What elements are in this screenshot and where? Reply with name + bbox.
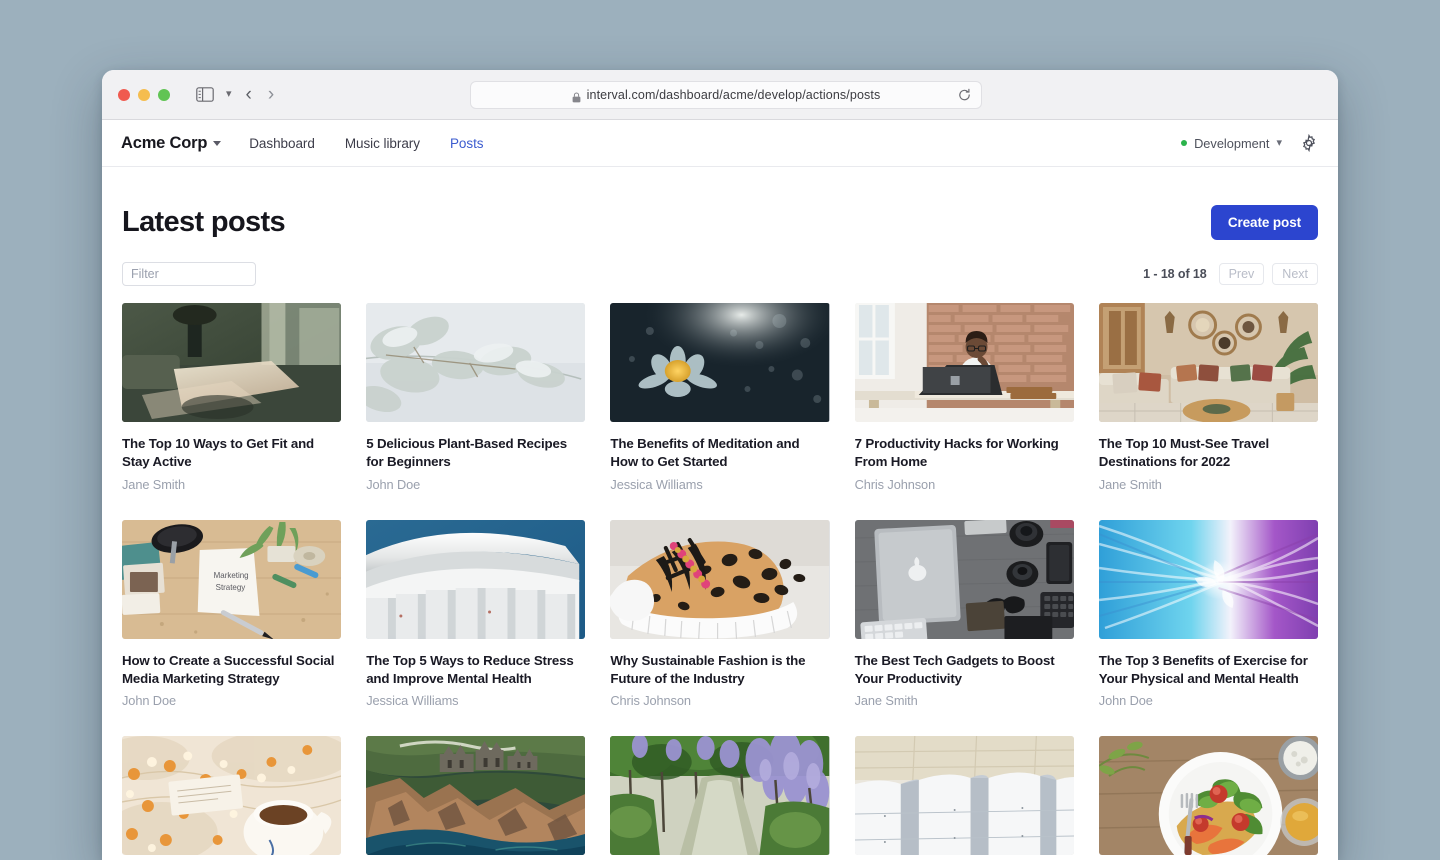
post-title: The Benefits of Meditation and How to Ge… (610, 435, 829, 472)
post-author: Chris Johnson (855, 477, 1074, 492)
post-author: John Doe (366, 477, 585, 492)
window-controls (118, 89, 170, 101)
environment-label: Development (1194, 136, 1269, 151)
svg-text:Strategy: Strategy (216, 583, 246, 592)
post-title: The Top 5 Ways to Reduce Stress and Impr… (366, 652, 585, 689)
pagination-range: 1 - 18 of 18 (1143, 267, 1206, 281)
minimize-window-button[interactable] (138, 89, 150, 101)
post-card[interactable] (610, 736, 829, 860)
post-title: The Top 10 Ways to Get Fit and Stay Acti… (122, 435, 341, 472)
chevron-down-icon: ▾ (1276, 138, 1282, 149)
post-card[interactable] (855, 736, 1074, 860)
prev-page-button[interactable]: Prev (1219, 263, 1265, 285)
post-card[interactable]: The Benefits of Meditation and How to Ge… (610, 303, 829, 492)
post-thumbnail-blue-purple-swirl-paint[interactable] (1099, 520, 1318, 639)
toolbar-left-icons: ▾ (196, 87, 234, 102)
post-card[interactable]: Marketing Strategy (122, 520, 341, 709)
page-header: Latest posts Create post (122, 167, 1318, 240)
pagination: 1 - 18 of 18 Prev Next (1143, 263, 1318, 285)
post-thumbnail-lotus-flower-dark[interactable] (610, 303, 829, 422)
page-content: Latest posts Create post 1 - 18 of 18 Pr… (102, 167, 1338, 860)
environment-status-dot-icon (1181, 140, 1187, 146)
post-author: John Doe (122, 693, 341, 708)
post-card[interactable]: The Top 10 Ways to Get Fit and Stay Acti… (122, 303, 341, 492)
forward-chevron-right-icon[interactable]: › (268, 85, 274, 104)
post-author: Jane Smith (122, 477, 341, 492)
post-card[interactable]: The Top 3 Benefits of Exercise for Your … (1099, 520, 1318, 709)
post-title: How to Create a Successful Social Media … (122, 652, 341, 689)
post-thumbnail-man-laptop-brick-wall[interactable] (855, 303, 1074, 422)
post-card[interactable]: Why Sustainable Fashion is the Future of… (610, 520, 829, 709)
org-switcher[interactable]: Acme Corp (121, 134, 221, 153)
post-card[interactable]: 7 Productivity Hacks for Working From Ho… (855, 303, 1074, 492)
environment-switcher[interactable]: Development ▾ (1181, 136, 1282, 151)
org-name: Acme Corp (121, 134, 207, 153)
posts-grid: The Top 10 Ways to Get Fit and Stay Acti… (122, 303, 1318, 860)
post-thumbnail-snowy-pine-branch[interactable] (366, 303, 585, 422)
post-card[interactable]: The Best Tech Gadgets to Boost Your Prod… (855, 520, 1074, 709)
sidebar-toggle-icon[interactable] (196, 87, 214, 102)
post-author: Jessica Williams (366, 693, 585, 708)
post-thumbnail-bedroom-morning-light[interactable] (122, 303, 341, 422)
post-card[interactable] (1099, 736, 1318, 860)
next-page-button[interactable]: Next (1272, 263, 1318, 285)
post-author: John Doe (1099, 693, 1318, 708)
list-toolbar: 1 - 18 of 18 Prev Next (122, 262, 1318, 286)
url-text: interval.com/dashboard/acme/develop/acti… (587, 88, 881, 102)
post-author: Chris Johnson (610, 693, 829, 708)
post-author: Jessica Williams (610, 477, 829, 492)
create-post-button[interactable]: Create post (1211, 205, 1318, 240)
nav-links: Dashboard Music library Posts (249, 136, 483, 151)
post-title: 5 Delicious Plant-Based Recipes for Begi… (366, 435, 585, 472)
post-author: Jane Smith (855, 693, 1074, 708)
post-thumbnail-leopard-print-sneaker[interactable] (610, 520, 829, 639)
close-window-button[interactable] (118, 89, 130, 101)
navbar-right: Development ▾ (1181, 134, 1318, 152)
post-card[interactable]: 5 Delicious Plant-Based Recipes for Begi… (366, 303, 585, 492)
reload-icon[interactable] (958, 89, 971, 102)
post-author: Jane Smith (1099, 477, 1318, 492)
lock-icon (572, 90, 581, 101)
nav-link-posts[interactable]: Posts (450, 136, 484, 151)
nav-link-dashboard[interactable]: Dashboard (249, 136, 315, 151)
post-card[interactable]: The Top 10 Must-See Travel Destinations … (1099, 303, 1318, 492)
post-thumbnail-white-curved-building[interactable] (366, 520, 585, 639)
browser-toolbar: ▾ ‹ › interval.com/dashboard/acme/develo… (102, 70, 1338, 120)
post-card[interactable] (122, 736, 341, 860)
post-thumbnail-moroccan-living-room[interactable] (1099, 303, 1318, 422)
app-navbar: Acme Corp Dashboard Music library Posts … (102, 120, 1338, 167)
nav-link-music-library[interactable]: Music library (345, 136, 420, 151)
post-thumbnail-marketing-strategy-desk[interactable]: Marketing Strategy (122, 520, 341, 639)
browser-nav-arrows: ‹ › (246, 85, 275, 104)
post-card[interactable] (366, 736, 585, 860)
post-title: Why Sustainable Fashion is the Future of… (610, 652, 829, 689)
post-title: The Top 3 Benefits of Exercise for Your … (1099, 652, 1318, 689)
filter-input[interactable] (122, 262, 256, 286)
maximize-window-button[interactable] (158, 89, 170, 101)
post-title: The Best Tech Gadgets to Boost Your Prod… (855, 652, 1074, 689)
gear-icon[interactable] (1300, 134, 1318, 152)
svg-text:Marketing: Marketing (214, 571, 249, 580)
chevron-down-icon (213, 141, 221, 146)
post-card[interactable]: The Top 5 Ways to Reduce Stress and Impr… (366, 520, 585, 709)
post-title: The Top 10 Must-See Travel Destinations … (1099, 435, 1318, 472)
post-title: 7 Productivity Hacks for Working From Ho… (855, 435, 1074, 472)
post-thumbnail-laptop-camera-flatlay[interactable] (855, 520, 1074, 639)
browser-window: ▾ ‹ › interval.com/dashboard/acme/develo… (102, 70, 1338, 860)
back-chevron-left-icon[interactable]: ‹ (246, 85, 252, 104)
sidebar-options-chevron-down-icon[interactable]: ▾ (224, 89, 234, 100)
page-title: Latest posts (122, 206, 285, 239)
address-bar[interactable]: interval.com/dashboard/acme/develop/acti… (470, 81, 982, 109)
